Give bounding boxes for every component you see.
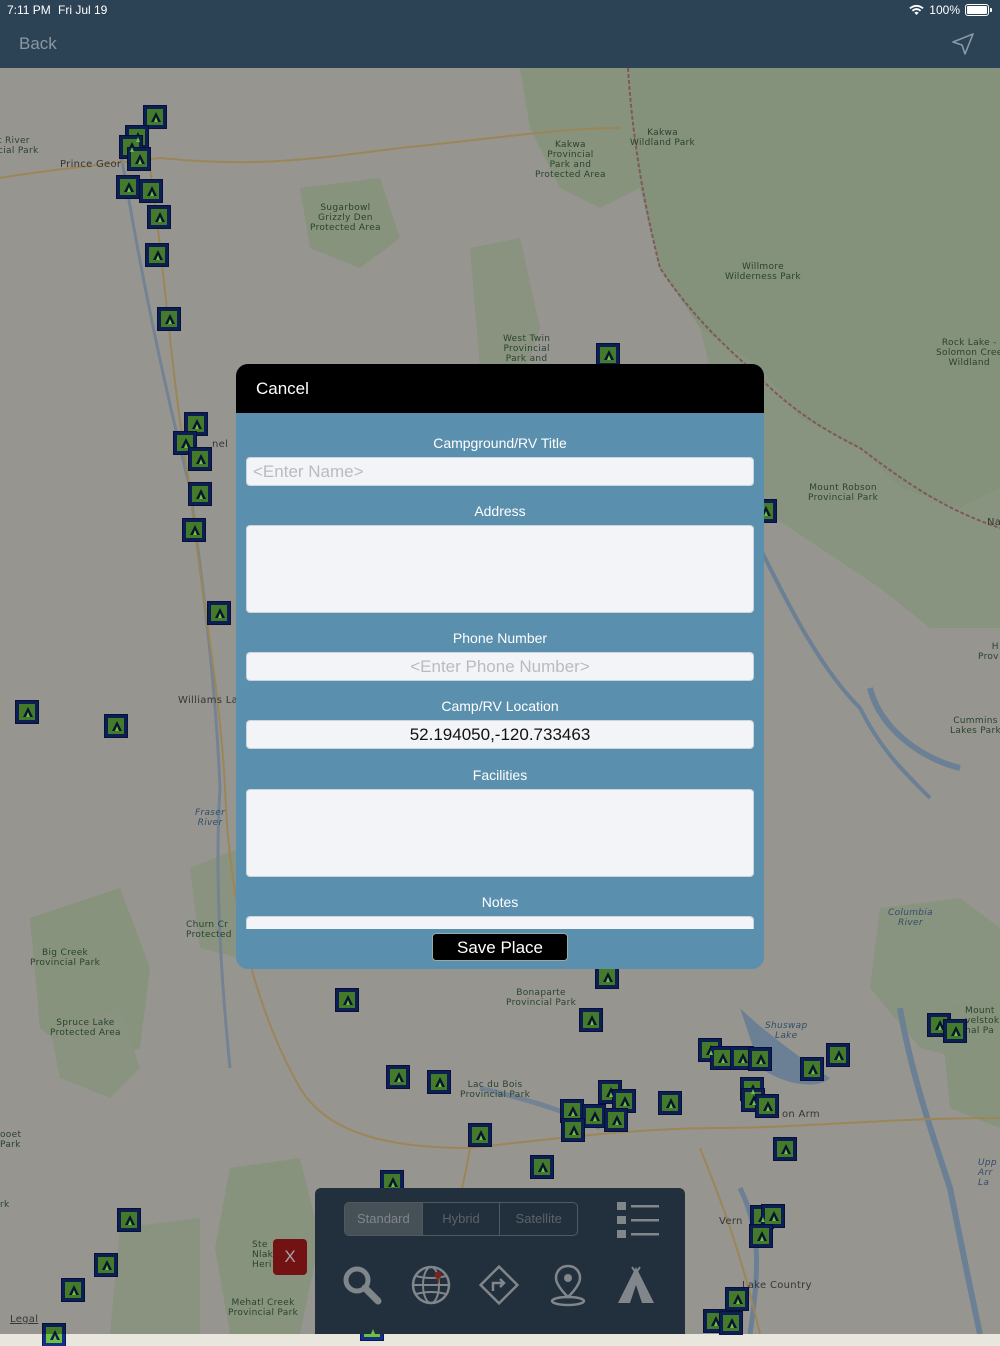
- facilities-label: Facilities: [472, 767, 528, 783]
- save-place-button[interactable]: Save Place: [432, 933, 568, 961]
- battery-tip: [990, 8, 992, 12]
- status-date: Fri Jul 19: [58, 3, 108, 17]
- address-label: Address: [474, 503, 526, 519]
- back-button[interactable]: Back: [19, 34, 57, 54]
- title-label: Campground/RV Title: [433, 435, 567, 451]
- facilities-textarea[interactable]: [246, 789, 754, 877]
- phone-label: Phone Number: [452, 630, 548, 646]
- nav-bar: Back: [0, 20, 1000, 68]
- status-time: 7:11 PM: [7, 3, 51, 17]
- location-arrow-icon[interactable]: [952, 33, 974, 55]
- notes-label: Notes: [481, 894, 519, 910]
- title-input[interactable]: [246, 457, 754, 486]
- location-input[interactable]: [246, 720, 754, 749]
- modal-header: Cancel: [236, 364, 764, 413]
- battery-percentage: 100%: [929, 3, 960, 17]
- location-label: Camp/RV Location: [441, 698, 559, 714]
- battery-icon: [965, 4, 989, 16]
- notes-textarea[interactable]: [246, 916, 754, 929]
- address-textarea[interactable]: [246, 525, 754, 613]
- status-bar: 7:11 PM Fri Jul 19 100%: [0, 0, 1000, 20]
- phone-input[interactable]: [246, 652, 754, 681]
- status-indicators: 100%: [909, 3, 992, 17]
- add-place-modal: Cancel Campground/RV Title Address Phone…: [236, 364, 764, 969]
- cancel-button[interactable]: Cancel: [256, 379, 309, 399]
- wifi-icon: [909, 4, 924, 15]
